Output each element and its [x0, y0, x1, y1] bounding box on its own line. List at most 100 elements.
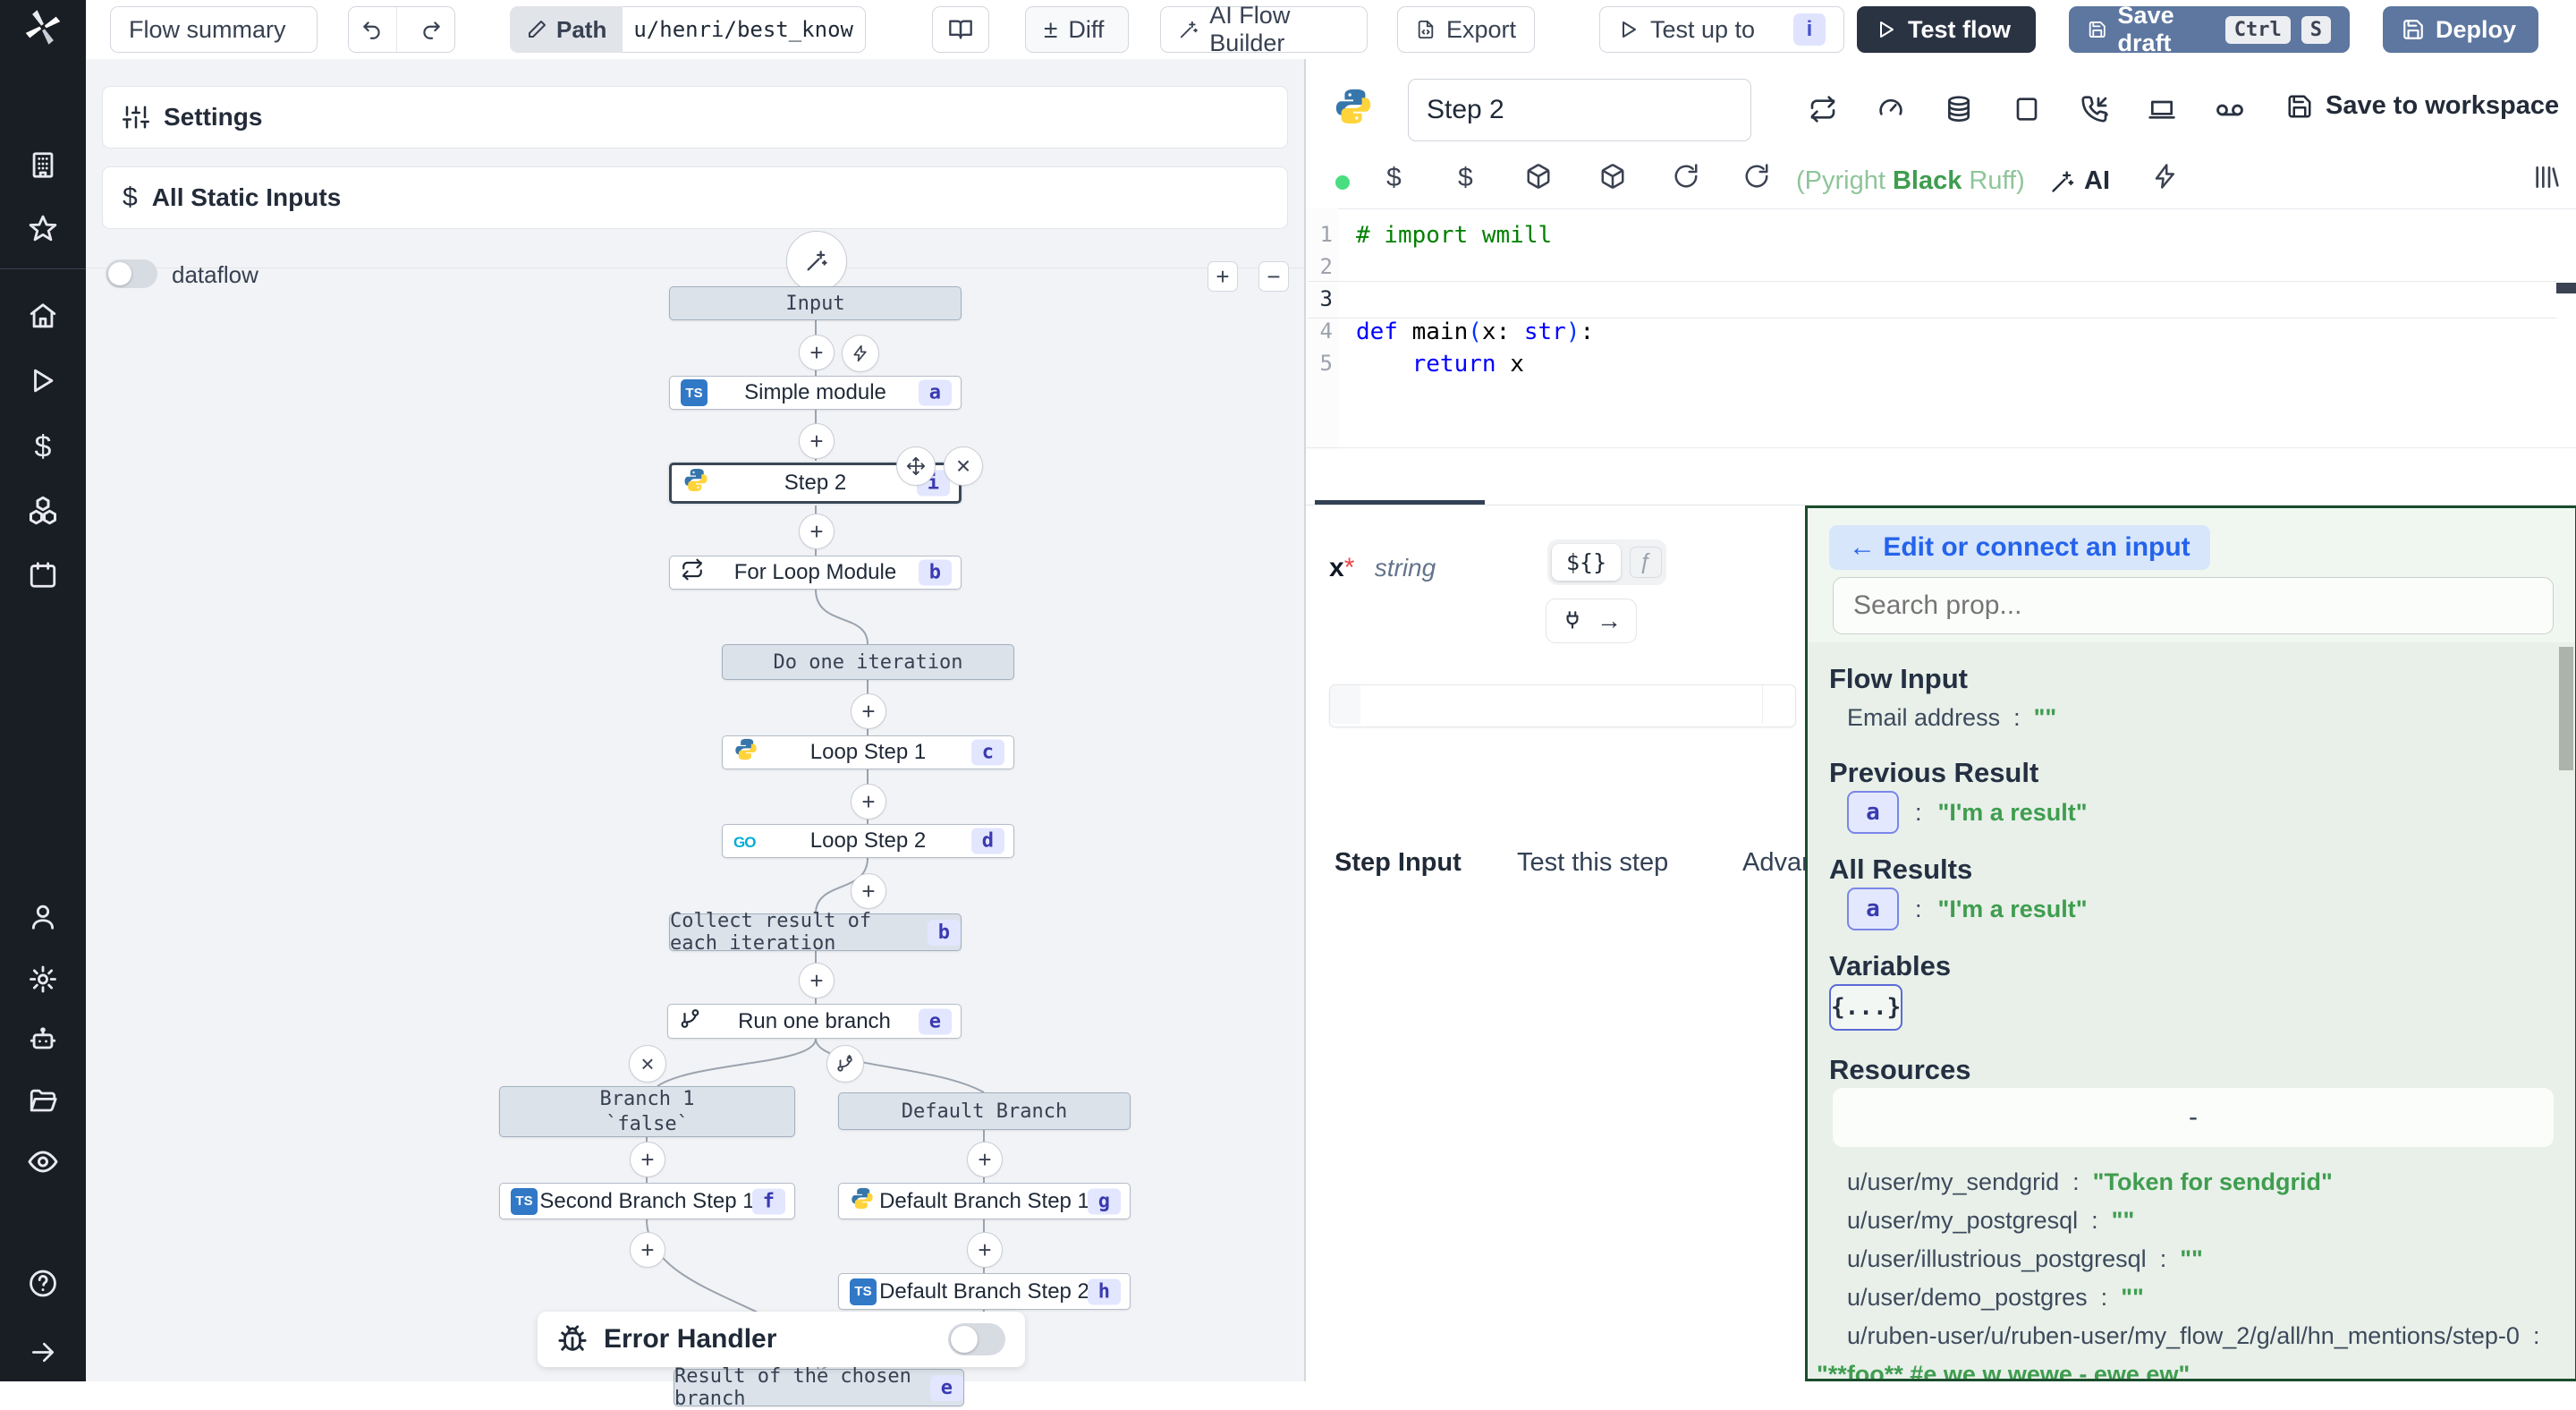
- insert-step-button[interactable]: +: [851, 693, 886, 729]
- flow-node-result-chosen-branch[interactable]: Result of the chosen branch e: [674, 1369, 964, 1406]
- code-area[interactable]: # import wmill def main(x: str): return …: [1338, 208, 2556, 450]
- sidebar-item-folders[interactable]: [28, 1086, 58, 1121]
- insert-step-button[interactable]: +: [799, 963, 835, 998]
- all-results-row[interactable]: a:"I'm a result": [1847, 888, 2088, 930]
- resource-filter-box[interactable]: -: [1833, 1088, 2554, 1147]
- flow-node-loop-step-2[interactable]: GO Loop Step 2 d: [722, 824, 1014, 858]
- variables-picker[interactable]: $: [1386, 163, 1402, 193]
- flow-node-run-one-branch[interactable]: Run one branch e: [667, 1004, 962, 1039]
- test-flow-button[interactable]: Test flow: [1857, 6, 2036, 53]
- flow-node-loop-step-1[interactable]: Loop Step 1 c: [722, 735, 1014, 769]
- path-label[interactable]: Path: [510, 6, 623, 53]
- insert-step-button[interactable]: +: [799, 423, 835, 459]
- remove-branch-button[interactable]: ×: [629, 1045, 666, 1083]
- arg-value-input[interactable]: [1329, 684, 1796, 727]
- flow-node-input[interactable]: Input: [669, 286, 962, 320]
- flow-node-simple-module[interactable]: TS Simple module a: [669, 376, 962, 410]
- flow-node-default-branch[interactable]: Default Branch: [838, 1092, 1131, 1130]
- export-button[interactable]: Export: [1397, 6, 1535, 53]
- undo-button[interactable]: [349, 7, 397, 52]
- phone-incoming-icon[interactable]: [2080, 95, 2109, 128]
- flow-node-for-loop[interactable]: For Loop Module b: [669, 556, 962, 590]
- insert-step-button[interactable]: +: [967, 1142, 1003, 1177]
- insert-step-button[interactable]: +: [967, 1232, 1003, 1268]
- insert-step-button[interactable]: +: [799, 335, 835, 370]
- cache-icon[interactable]: [1809, 95, 1837, 128]
- insert-step-button[interactable]: +: [630, 1232, 665, 1268]
- sidebar-item-collapse[interactable]: [29, 1338, 57, 1372]
- refresh-icon[interactable]: [1673, 163, 1699, 194]
- error-handler-bar[interactable]: Error Handler: [538, 1312, 1025, 1367]
- ai-flow-builder-button[interactable]: AI Flow Builder: [1160, 6, 1368, 53]
- scrollbar-thumb[interactable]: [2559, 647, 2573, 770]
- expr-mode-button[interactable]: ${}: [1552, 544, 1621, 581]
- lint-status[interactable]: (Pyright Black Ruff): [1796, 166, 2025, 196]
- previous-result-row[interactable]: a:"I'm a result": [1847, 791, 2088, 834]
- insert-step-button[interactable]: +: [851, 784, 886, 820]
- insert-step-button[interactable]: +: [630, 1142, 665, 1177]
- insert-step-button[interactable]: +: [799, 514, 835, 549]
- flow-node-default-branch-step-2[interactable]: TS Default Branch Step 2 h: [838, 1273, 1131, 1310]
- windmill-logo[interactable]: [23, 8, 63, 52]
- resources-picker[interactable]: $: [1458, 163, 1473, 193]
- save-to-workspace-button[interactable]: Save to workspace: [2286, 91, 2559, 121]
- sidebar-item-settings[interactable]: [28, 964, 58, 999]
- concurrency-icon[interactable]: [1877, 95, 1905, 128]
- refresh-icon[interactable]: [1743, 163, 1770, 194]
- sidebar-item-users[interactable]: [28, 902, 58, 937]
- redo-button[interactable]: [408, 7, 455, 52]
- flow-node-do-one-iteration[interactable]: Do one iteration: [722, 644, 1014, 680]
- flow-node-second-branch-step-1[interactable]: TS Second Branch Step 1 f: [499, 1183, 795, 1219]
- sidebar-item-help[interactable]: [28, 1269, 58, 1304]
- sidebar-item-favorites[interactable]: [28, 214, 58, 249]
- step-name-input[interactable]: [1408, 79, 1751, 141]
- sidebar-item-home[interactable]: [28, 302, 58, 336]
- resource-row[interactable]: u/ruben-user/u/ruben-user/my_flow_2/g/al…: [1847, 1322, 2539, 1350]
- resource-row[interactable]: u/user/my_postgresql : "": [1847, 1207, 2134, 1235]
- trigger-button[interactable]: [842, 335, 879, 372]
- package-icon[interactable]: [1599, 163, 1626, 194]
- library-icon[interactable]: [2531, 163, 2560, 196]
- sidebar-item-schedules[interactable]: [28, 560, 58, 595]
- insert-step-button[interactable]: +: [851, 873, 886, 909]
- resource-row[interactable]: u/user/demo_postgres : "": [1847, 1284, 2144, 1312]
- sidebar-item-variables[interactable]: $: [35, 430, 52, 465]
- deploy-button[interactable]: Deploy: [2383, 6, 2538, 53]
- database-icon[interactable]: [1945, 95, 1973, 128]
- add-branch-button[interactable]: [826, 1045, 864, 1083]
- move-step-button[interactable]: [896, 446, 936, 486]
- variables-badge[interactable]: {...}: [1829, 984, 1902, 1031]
- arrow-right-icon[interactable]: →: [1597, 607, 1622, 635]
- package-icon[interactable]: [1525, 163, 1552, 194]
- lightning-icon[interactable]: [2152, 163, 2179, 194]
- sidebar-item-resources[interactable]: [27, 495, 59, 531]
- ai-assistant-button[interactable]: AI: [2050, 166, 2110, 196]
- fn-mode-button[interactable]: ƒ: [1630, 547, 1662, 578]
- tab-test-this-step[interactable]: Test this step: [1517, 848, 1668, 878]
- path-input[interactable]: [623, 6, 866, 53]
- flow-input-row[interactable]: Email address : "": [1847, 704, 2056, 732]
- flow-node-branch-1[interactable]: Branch 1 `false`: [499, 1086, 795, 1137]
- sidebar-item-runs[interactable]: [28, 366, 58, 401]
- delete-step-button[interactable]: ×: [944, 446, 983, 486]
- save-draft-button[interactable]: Save draft Ctrl S: [2069, 6, 2350, 53]
- flow-input-wand-button[interactable]: [786, 231, 847, 292]
- resource-row[interactable]: u/user/my_sendgrid : "Token for sendgrid…: [1847, 1168, 2333, 1196]
- tab-step-input[interactable]: Step Input: [1335, 848, 1462, 878]
- test-up-to-button[interactable]: Test up to i: [1599, 6, 1844, 53]
- flow-summary-button[interactable]: Flow summary: [110, 6, 318, 53]
- voicemail-icon[interactable]: [2215, 95, 2245, 130]
- sidebar-item-workers[interactable]: [28, 1025, 58, 1060]
- docs-button[interactable]: [932, 6, 989, 53]
- diff-button[interactable]: ± Diff: [1025, 6, 1129, 53]
- flow-node-default-branch-step-1[interactable]: Default Branch Step 1 g: [838, 1183, 1131, 1219]
- resource-row-value[interactable]: "**foo** #e we w wewe - ewe ew": [1817, 1361, 2190, 1381]
- sidebar-item-workspace[interactable]: [28, 150, 58, 185]
- square-icon[interactable]: [2012, 95, 2041, 128]
- sidebar-item-audit[interactable]: [27, 1146, 59, 1183]
- flow-node-collect-result[interactable]: Collect result of each iteration b: [669, 913, 962, 951]
- edit-or-connect-button[interactable]: ← Edit or connect an input: [1829, 525, 2210, 570]
- error-handler-toggle[interactable]: [948, 1323, 1005, 1355]
- resource-row[interactable]: u/user/illustrious_postgresql : "": [1847, 1245, 2203, 1273]
- frame-icon[interactable]: [2148, 95, 2176, 128]
